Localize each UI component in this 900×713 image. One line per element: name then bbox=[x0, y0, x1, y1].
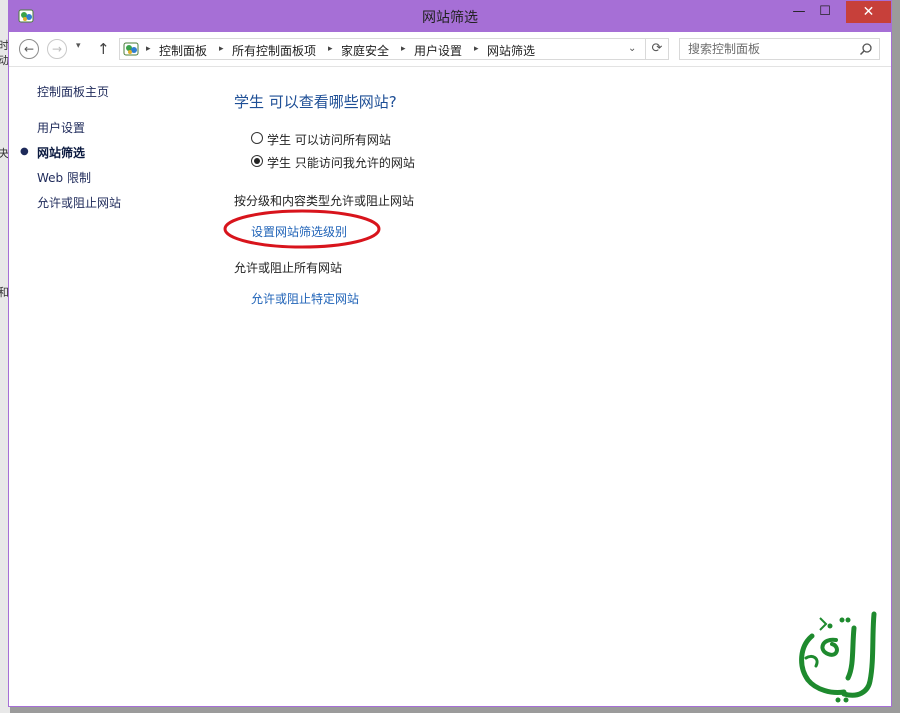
control-panel-window: 网站筛选 — ☐ ✕ ← → ▾ ↑ ▸ 控制面板 ▸ 所有控制面板项 ▸ 家庭… bbox=[8, 0, 892, 707]
navigation-bar: ← → ▾ ↑ ▸ 控制面板 ▸ 所有控制面板项 ▸ 家庭安全 ▸ 用户设置 ▸… bbox=[9, 32, 891, 67]
radio-button[interactable] bbox=[251, 132, 263, 144]
minimize-button[interactable]: — bbox=[785, 1, 813, 23]
radio-label[interactable]: 学生 只能访问我允许的网站 bbox=[267, 154, 415, 171]
chevron-right-icon[interactable]: ▸ bbox=[474, 44, 479, 54]
forward-button[interactable]: → bbox=[47, 39, 67, 59]
section-label-all-sites: 允许或阻止所有网站 bbox=[234, 261, 343, 275]
sidebar-item-allow-block-sites[interactable]: 允许或阻止网站 bbox=[37, 194, 121, 211]
search-box[interactable] bbox=[679, 38, 880, 60]
radio-label[interactable]: 学生 可以访问所有网站 bbox=[267, 131, 391, 148]
control-panel-icon bbox=[123, 42, 139, 56]
up-button[interactable]: ↑ bbox=[97, 40, 110, 58]
address-dropdown-icon[interactable]: ⌄ bbox=[628, 43, 636, 54]
close-button[interactable]: ✕ bbox=[846, 1, 891, 23]
sidebar-item-user-settings[interactable]: 用户设置 bbox=[37, 119, 85, 136]
arabic-calligraphy-logo bbox=[799, 611, 877, 703]
address-bar[interactable]: ▸ 控制面板 ▸ 所有控制面板项 ▸ 家庭安全 ▸ 用户设置 ▸ 网站筛选 ⌄ … bbox=[119, 38, 669, 60]
title-bar[interactable]: 网站筛选 — ☐ ✕ bbox=[9, 1, 891, 32]
breadcrumb-item[interactable]: 控制面板 bbox=[159, 42, 207, 59]
search-input[interactable] bbox=[680, 39, 858, 59]
chevron-right-icon[interactable]: ▸ bbox=[219, 44, 224, 54]
breadcrumb-item[interactable]: 所有控制面板项 bbox=[232, 42, 316, 59]
radio-button-selected[interactable] bbox=[251, 155, 263, 167]
sidebar-item-web-filtering[interactable]: 网站筛选 bbox=[37, 144, 85, 161]
back-button[interactable]: ← bbox=[19, 39, 39, 59]
chevron-right-icon[interactable]: ▸ bbox=[328, 44, 333, 54]
set-filter-level-link[interactable]: 设置网站筛选级别 bbox=[251, 223, 347, 240]
refresh-button[interactable]: ⟳ bbox=[645, 39, 668, 59]
search-icon[interactable] bbox=[859, 42, 873, 56]
sidebar-home-link[interactable]: 控制面板主页 bbox=[37, 83, 109, 100]
section-label-rating: 按分级和内容类型允许或阻止网站 bbox=[234, 194, 415, 208]
current-page-bullet-icon: ● bbox=[20, 146, 29, 157]
chevron-right-icon[interactable]: ▸ bbox=[146, 44, 151, 54]
breadcrumb-item[interactable]: 网站筛选 bbox=[487, 42, 535, 59]
radio-selected-dot-icon bbox=[254, 158, 260, 164]
breadcrumb-item[interactable]: 用户设置 bbox=[414, 42, 462, 59]
allow-block-specific-sites-link[interactable]: 允许或阻止特定网站 bbox=[251, 290, 359, 307]
maximize-button[interactable]: ☐ bbox=[811, 1, 839, 23]
breadcrumb-item[interactable]: 家庭安全 bbox=[341, 42, 389, 59]
window-title: 网站筛选 bbox=[422, 10, 478, 26]
chevron-right-icon[interactable]: ▸ bbox=[401, 44, 406, 54]
recent-locations-dropdown[interactable]: ▾ bbox=[76, 41, 81, 51]
sidebar-item-web-restrictions[interactable]: Web 限制 bbox=[37, 169, 91, 186]
page-title: 学生 可以查看哪些网站? bbox=[234, 93, 397, 111]
